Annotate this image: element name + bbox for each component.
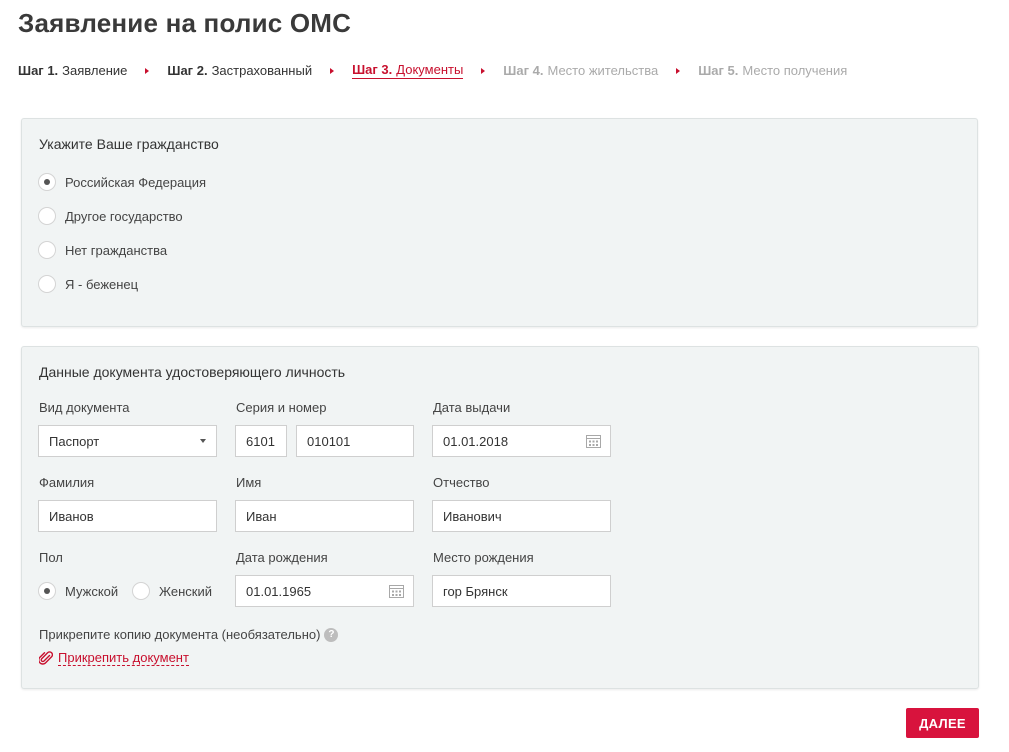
series-value: 6101	[246, 433, 275, 449]
number-value: 010101	[307, 433, 351, 449]
series-number-label: Серия и номер	[236, 400, 327, 415]
radio-checked-icon[interactable]	[38, 173, 56, 191]
calendar-icon[interactable]	[586, 434, 601, 448]
paperclip-icon	[39, 650, 53, 665]
doc-type-label: Вид документа	[39, 400, 130, 415]
step-3-label: Документы	[396, 62, 464, 77]
step-1[interactable]: Шаг 1. Заявление	[18, 63, 127, 78]
step-separator-icon	[145, 67, 150, 74]
patronymic-input[interactable]: Иванович	[432, 500, 611, 532]
step-separator-icon	[330, 67, 335, 74]
patronymic-value: Иванович	[443, 508, 502, 524]
radio-unchecked-icon[interactable]	[38, 275, 56, 293]
citizenship-title: Укажите Ваше гражданство	[39, 136, 219, 152]
step-1-label: Заявление	[62, 63, 128, 78]
step-1-prefix: Шаг 1.	[18, 63, 59, 78]
step-4: Шаг 4. Место жительства	[503, 63, 658, 78]
gender-label: Пол	[39, 550, 63, 565]
birth-date-label: Дата рождения	[236, 550, 328, 565]
attach-document-link-text: Прикрепить документ	[58, 650, 189, 666]
series-input[interactable]: 6101	[235, 425, 287, 457]
step-2[interactable]: Шаг 2. Застрахованный	[167, 63, 312, 78]
step-5-prefix: Шаг 5.	[698, 63, 739, 78]
birth-place-label: Место рождения	[433, 550, 534, 565]
step-4-prefix: Шаг 4.	[503, 63, 544, 78]
gender-female-label: Женский	[159, 583, 212, 599]
next-button[interactable]: ДАЛЕЕ	[906, 708, 979, 738]
doc-type-select[interactable]: Паспорт	[38, 425, 217, 457]
step-3[interactable]: Шаг 3. Документы	[352, 62, 464, 79]
radio-unchecked-icon[interactable]	[132, 582, 150, 600]
step-4-label: Место жительства	[547, 63, 659, 78]
last-name-value: Иванов	[49, 508, 94, 524]
calendar-icon[interactable]	[389, 584, 404, 598]
last-name-label: Фамилия	[39, 475, 95, 490]
page: Заявление на полис ОМС Шаг 1. Заявление …	[0, 0, 1009, 752]
step-5: Шаг 5. Место получения	[698, 63, 847, 78]
first-name-value: Иван	[246, 508, 277, 524]
doc-type-value: Паспорт	[49, 433, 100, 449]
issue-date-label: Дата выдачи	[433, 400, 511, 415]
radio-unchecked-icon[interactable]	[38, 241, 56, 259]
citizenship-option-label: Российская Федерация	[65, 174, 207, 190]
chevron-down-icon	[200, 439, 206, 443]
birth-place-value: гор Брянск	[443, 583, 508, 599]
step-2-prefix: Шаг 2.	[167, 63, 208, 78]
step-3-prefix: Шаг 3.	[352, 62, 393, 77]
attach-document-link[interactable]: Прикрепить документ	[39, 650, 189, 666]
gender-option-female[interactable]: Женский	[132, 582, 212, 600]
first-name-input[interactable]: Иван	[235, 500, 414, 532]
first-name-label: Имя	[236, 475, 262, 490]
steps-breadcrumb: Шаг 1. Заявление Шаг 2. Застрахованный Ш…	[18, 62, 847, 79]
citizenship-panel: Укажите Ваше гражданство Российская Феде…	[21, 118, 978, 327]
radio-unchecked-icon[interactable]	[38, 207, 56, 225]
help-icon[interactable]: ?	[324, 627, 339, 642]
patronymic-label: Отчество	[433, 475, 490, 490]
issue-date-value: 01.01.2018	[443, 433, 509, 449]
birth-place-input[interactable]: гор Брянск	[432, 575, 611, 607]
citizenship-option-other[interactable]: Другое государство	[38, 207, 183, 225]
citizenship-option-none[interactable]: Нет гражданства	[38, 241, 167, 259]
step-5-label: Место получения	[742, 63, 848, 78]
document-title: Данные документа удостоверяющего личност…	[39, 364, 346, 380]
step-2-label: Застрахованный	[211, 63, 313, 78]
attach-copy-text: Прикрепите копию документа (необязательн…	[39, 627, 321, 642]
attach-copy-label: Прикрепите копию документа (необязательн…	[39, 627, 339, 642]
citizenship-option-rf[interactable]: Российская Федерация	[38, 173, 206, 191]
gender-male-label: Мужской	[65, 583, 119, 599]
identity-document-panel: Данные документа удостоверяющего личност…	[21, 346, 979, 689]
number-input[interactable]: 010101	[296, 425, 414, 457]
last-name-input[interactable]: Иванов	[38, 500, 217, 532]
citizenship-option-label: Нет гражданства	[65, 242, 168, 258]
page-title: Заявление на полис ОМС	[18, 8, 352, 38]
birth-date-value: 01.01.1965	[246, 583, 312, 599]
citizenship-option-label: Другое государство	[65, 208, 183, 224]
citizenship-option-refugee[interactable]: Я - беженец	[38, 275, 138, 293]
radio-checked-icon[interactable]	[38, 582, 56, 600]
step-separator-icon	[481, 67, 486, 74]
issue-date-input[interactable]: 01.01.2018	[432, 425, 611, 457]
citizenship-option-label: Я - беженец	[65, 276, 139, 292]
birth-date-input[interactable]: 01.01.1965	[235, 575, 414, 607]
step-separator-icon	[676, 67, 681, 74]
gender-option-male[interactable]: Мужской	[38, 582, 118, 600]
